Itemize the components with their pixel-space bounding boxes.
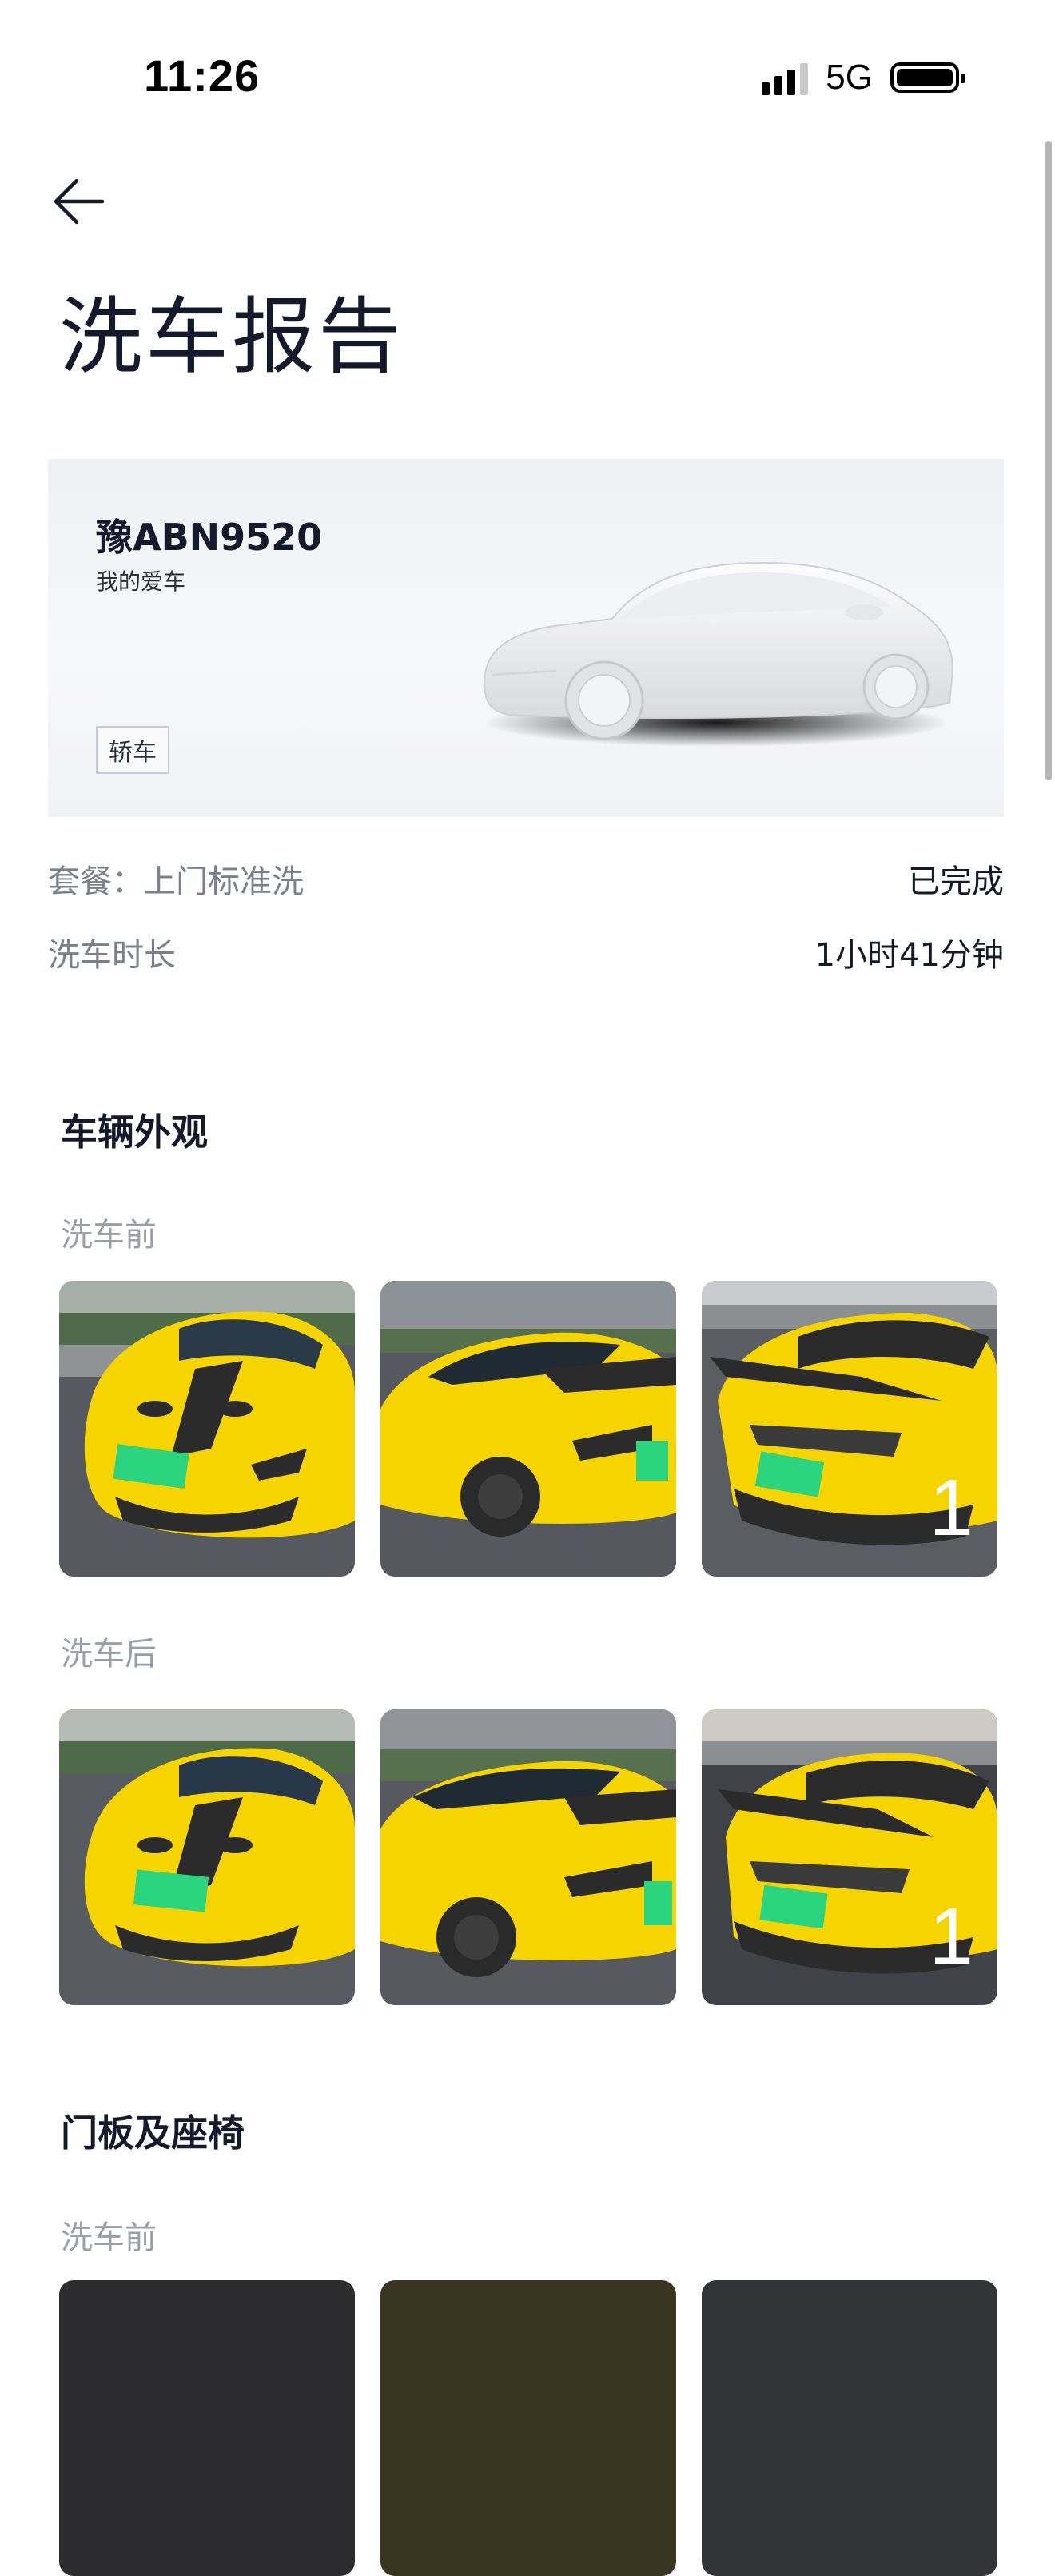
after-photos-row: 1 xyxy=(59,1709,997,2005)
back-button[interactable] xyxy=(50,168,117,235)
car-front-image xyxy=(59,1281,355,1577)
photo-interior-1[interactable] xyxy=(59,2280,355,2576)
car-side-image xyxy=(380,1709,676,2005)
before-wash-label-2: 洗车前 xyxy=(61,2219,157,2256)
vehicle-card[interactable]: 豫ABN9520 我的爱车 轿车 xyxy=(48,459,1004,817)
before-wash-label: 洗车前 xyxy=(61,1217,157,1254)
order-status: 已完成 xyxy=(908,863,1004,900)
duration-row: 洗车时长 1小时41分钟 xyxy=(48,929,1004,975)
photo-before-front[interactable] xyxy=(59,1281,355,1577)
car-illustration xyxy=(483,561,953,747)
section-title-doors-seats: 门板及座椅 xyxy=(61,2111,245,2155)
photo-before-side[interactable] xyxy=(380,1281,676,1577)
photo-interior-3[interactable] xyxy=(702,2280,997,2576)
photo-interior-2[interactable] xyxy=(380,2280,676,2576)
more-photos-count: 1 xyxy=(929,1463,973,1553)
interior-photos-row xyxy=(59,2280,997,2576)
photo-after-side[interactable] xyxy=(380,1709,676,2005)
plate-number: 豫ABN9520 xyxy=(96,516,323,559)
photo-after-rear[interactable]: 1 xyxy=(702,1709,997,2005)
photo-after-front[interactable] xyxy=(59,1709,355,2005)
more-photos-count: 1 xyxy=(929,1892,973,1981)
car-type-tag: 轿车 xyxy=(96,726,169,774)
status-indicators: 5G xyxy=(762,58,965,98)
photo-before-rear[interactable]: 1 xyxy=(702,1281,997,1577)
battery-icon xyxy=(890,62,965,93)
duration-value: 1小时41分钟 xyxy=(814,937,1004,974)
package-label: 套餐：上门标准洗 xyxy=(48,863,304,900)
duration-label: 洗车时长 xyxy=(48,937,176,974)
status-time: 11:26 xyxy=(144,50,261,101)
section-title-exterior: 车辆外观 xyxy=(61,1111,208,1154)
package-row: 套餐：上门标准洗 已完成 xyxy=(48,855,1004,902)
before-photos-row: 1 xyxy=(59,1281,997,1577)
signal-icon xyxy=(762,60,809,95)
status-bar: 11:26 5G xyxy=(0,0,1055,152)
page-title: 洗车报告 xyxy=(59,288,405,385)
scrollbar[interactable] xyxy=(1045,141,1052,780)
car-side-image xyxy=(380,1281,676,1577)
car-front-image xyxy=(59,1709,355,2005)
network-label: 5G xyxy=(826,58,873,97)
arrow-left-icon xyxy=(54,178,105,225)
after-wash-label: 洗车后 xyxy=(61,1636,157,1673)
vehicle-nickname: 我的爱车 xyxy=(96,568,186,595)
